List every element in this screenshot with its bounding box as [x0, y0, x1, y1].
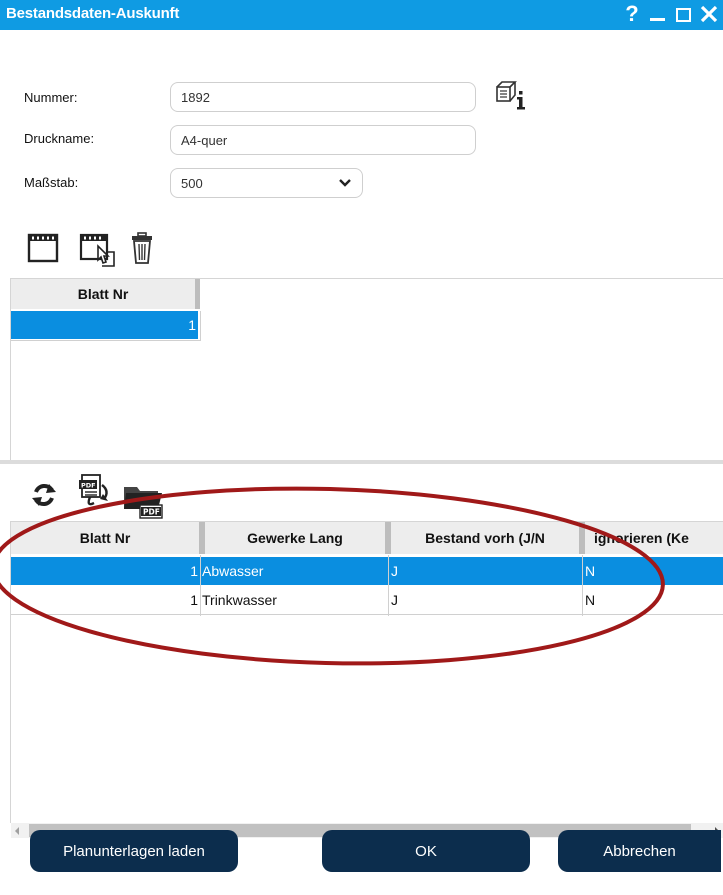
annotation-ellipse — [0, 486, 665, 666]
ok-button[interactable]: OK — [322, 830, 530, 872]
load-plans-button[interactable]: Planunterlagen laden — [30, 830, 238, 872]
cancel-button[interactable]: Abbrechen — [558, 830, 721, 872]
